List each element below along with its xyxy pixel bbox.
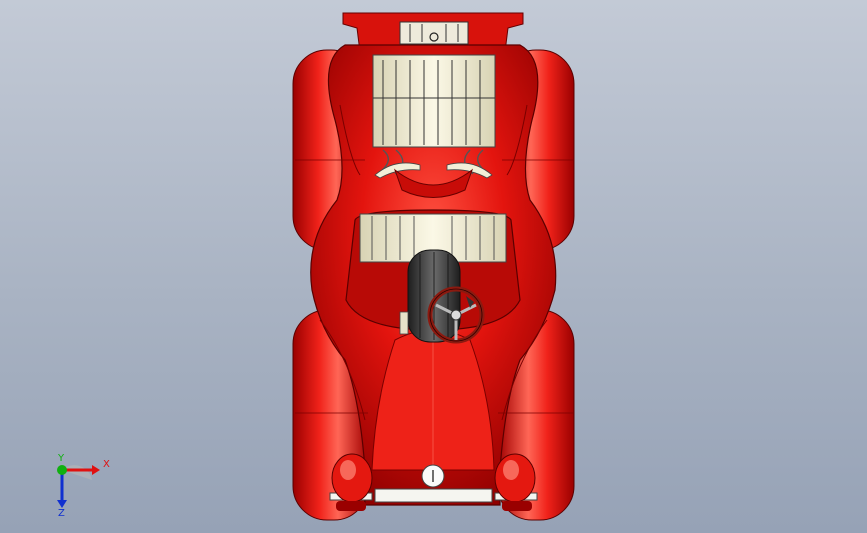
y-axis-label: Y	[57, 453, 65, 464]
z-axis-label: Z	[58, 508, 65, 518]
3d-viewport[interactable]: X Y Z	[0, 0, 867, 533]
rear-engine	[372, 54, 496, 148]
x-axis-label: X	[103, 459, 110, 470]
front-bumper	[374, 488, 493, 503]
coordinate-triad: X Y Z	[57, 453, 110, 518]
y-axis-dot	[57, 465, 67, 475]
car-model[interactable]	[0, 0, 867, 533]
